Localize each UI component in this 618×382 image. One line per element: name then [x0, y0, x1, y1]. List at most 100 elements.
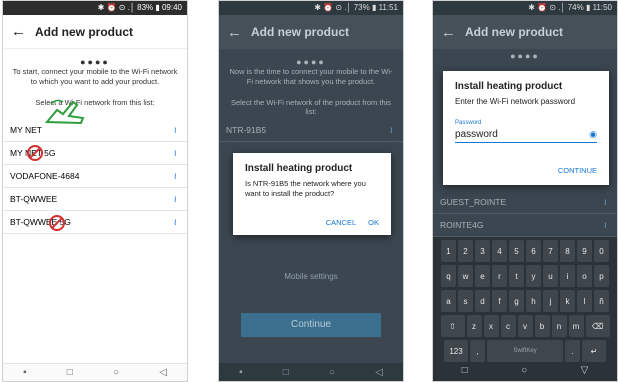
space-key[interactable]: SwiftKey [487, 340, 563, 362]
recents-dot-icon[interactable]: ▪ [239, 367, 243, 378]
status-bar: ✱ ⏰ ⊙ .│ 74% ▮ 11:50 [433, 1, 617, 15]
key[interactable]: s [458, 290, 473, 312]
back-arrow-icon[interactable]: ← [11, 24, 29, 39]
key[interactable]: z [466, 315, 482, 337]
back-icon[interactable]: ◁ [375, 367, 383, 378]
password-field[interactable]: password ◉ [455, 129, 597, 143]
key[interactable]: y [526, 265, 541, 287]
key[interactable]: 2 [458, 240, 473, 262]
key[interactable]: i [560, 265, 575, 287]
password-dialog: Install heating product Enter the Wi-Fi … [443, 71, 609, 185]
wifi-icon: ≀ [173, 170, 177, 181]
confirm-network-dialog: Install heating product Is NTR-91B5 the … [233, 153, 391, 235]
wifi-icon: ≀ [173, 193, 177, 204]
app-bar: ← Add new product [3, 15, 187, 49]
key[interactable]: k [560, 290, 575, 312]
status-bar: ✱ ⏰ ⊙ .│ 83% ▮ 09:40 [3, 1, 187, 15]
key[interactable]: p [594, 265, 609, 287]
key[interactable]: a [441, 290, 456, 312]
network-name: NTR-91B5 [226, 125, 267, 135]
key[interactable]: m [568, 315, 584, 337]
password-value: password [455, 129, 498, 140]
key[interactable]: 1 [441, 240, 456, 262]
page-title: Add new product [35, 24, 133, 39]
overview-icon[interactable]: □ [283, 367, 289, 378]
network-name: GUEST_ROINTE [440, 197, 507, 207]
key[interactable]: 6 [526, 240, 541, 262]
network-item-rointe4g[interactable]: ROINTE4G ≀ [433, 214, 617, 237]
back-icon[interactable]: ◁ [159, 367, 167, 378]
key[interactable]: 8 [560, 240, 575, 262]
backspace-key-icon[interactable]: ⌫ [585, 315, 610, 337]
key[interactable]: v [517, 315, 533, 337]
key[interactable]: 5 [509, 240, 524, 262]
key[interactable]: j [543, 290, 558, 312]
key[interactable]: g [509, 290, 524, 312]
key[interactable]: f [492, 290, 507, 312]
wifi-icon: ≀ [173, 124, 177, 135]
key[interactable]: o [577, 265, 592, 287]
network-item-my-net[interactable]: MY NET ≀ [3, 119, 187, 142]
key[interactable]: 3 [475, 240, 490, 262]
mobile-settings-link[interactable]: Mobile settings [219, 272, 403, 281]
home-icon[interactable]: ○ [113, 367, 119, 378]
home-icon[interactable]: ○ [329, 367, 335, 378]
phone-screen-confirm-network: ✱ ⏰ ⊙ .│ 73% ▮ 11:51 ← Add new product ●… [218, 0, 404, 382]
key[interactable]: u [543, 265, 558, 287]
dialog-subtitle: Enter the Wi-Fi network password [455, 97, 576, 106]
cancel-button[interactable]: CANCEL [326, 218, 356, 227]
key[interactable]: e [475, 265, 490, 287]
key[interactable]: n [551, 315, 567, 337]
back-arrow-icon[interactable]: ← [227, 25, 245, 40]
key[interactable]: 0 [594, 240, 609, 262]
android-nav-bar: ▪ □ ○ ◁ [3, 363, 187, 381]
back-arrow-icon[interactable]: ← [441, 25, 459, 40]
tap-hand-icon [44, 99, 85, 125]
key[interactable]: 7 [543, 240, 558, 262]
period-key[interactable]: . [565, 340, 580, 362]
select-network-label: Select a Wi-Fi network from this list: [35, 98, 155, 107]
status-bar: ✱ ⏰ ⊙ .│ 73% ▮ 11:51 [219, 1, 403, 15]
not-allowed-icon [27, 145, 43, 161]
key[interactable]: ñ [594, 290, 609, 312]
key[interactable]: w [458, 265, 473, 287]
key[interactable]: c [500, 315, 516, 337]
keyboard-row-numbers: 1 2 3 4 5 6 7 8 9 0 [435, 240, 615, 262]
network-item-guest-rointe[interactable]: GUEST_ROINTE ≀ [433, 191, 617, 214]
key[interactable]: r [492, 265, 507, 287]
wifi-icon: ≀ [603, 219, 607, 230]
dialog-message: Is NTR-91B5 the network where you want t… [245, 179, 366, 198]
key[interactable]: l [577, 290, 592, 312]
network-item-bt-qwwee[interactable]: BT-QWWEE ≀ [3, 188, 187, 211]
network-name: VODAFONE-4684 [10, 171, 80, 181]
key[interactable]: t [509, 265, 524, 287]
hide-keyboard-icon[interactable]: ▽ [581, 365, 589, 376]
wifi-icon: ≀ [173, 147, 177, 158]
network-item-ntr[interactable]: NTR-91B5 ≀ [219, 119, 403, 142]
key[interactable]: d [475, 290, 490, 312]
dialog-continue-button[interactable]: CONTINUE [558, 166, 597, 175]
network-item-bt-qwwee-5g[interactable]: BT-QWWEE 5G ≀ [3, 211, 187, 234]
on-screen-keyboard: 1 2 3 4 5 6 7 8 9 0 q w e r t y u i o p … [433, 237, 617, 381]
key[interactable]: h [526, 290, 541, 312]
key[interactable]: 4 [492, 240, 507, 262]
ok-button[interactable]: OK [368, 218, 379, 227]
network-item-vodafone[interactable]: VODAFONE-4684 ≀ [3, 165, 187, 188]
key[interactable]: x [483, 315, 499, 337]
show-password-eye-icon[interactable]: ◉ [589, 129, 597, 140]
overview-icon[interactable]: □ [462, 365, 468, 376]
overview-icon[interactable]: □ [67, 367, 73, 378]
wifi-icon: ≀ [389, 124, 393, 135]
numbers-key[interactable]: 123 [444, 340, 468, 362]
recents-dot-icon[interactable]: ▪ [23, 367, 27, 378]
comma-key[interactable]: , [470, 340, 485, 362]
enter-key-icon[interactable]: ↵ [582, 340, 606, 362]
key[interactable]: b [534, 315, 550, 337]
continue-button[interactable]: Continue [241, 313, 381, 337]
select-network-label: Select the Wi-Fi network of the product … [230, 98, 392, 116]
key[interactable]: 9 [577, 240, 592, 262]
not-allowed-icon [49, 215, 65, 231]
home-icon[interactable]: ○ [521, 365, 527, 376]
key[interactable]: q [441, 265, 456, 287]
shift-key-icon[interactable]: ⇧ [440, 315, 465, 337]
